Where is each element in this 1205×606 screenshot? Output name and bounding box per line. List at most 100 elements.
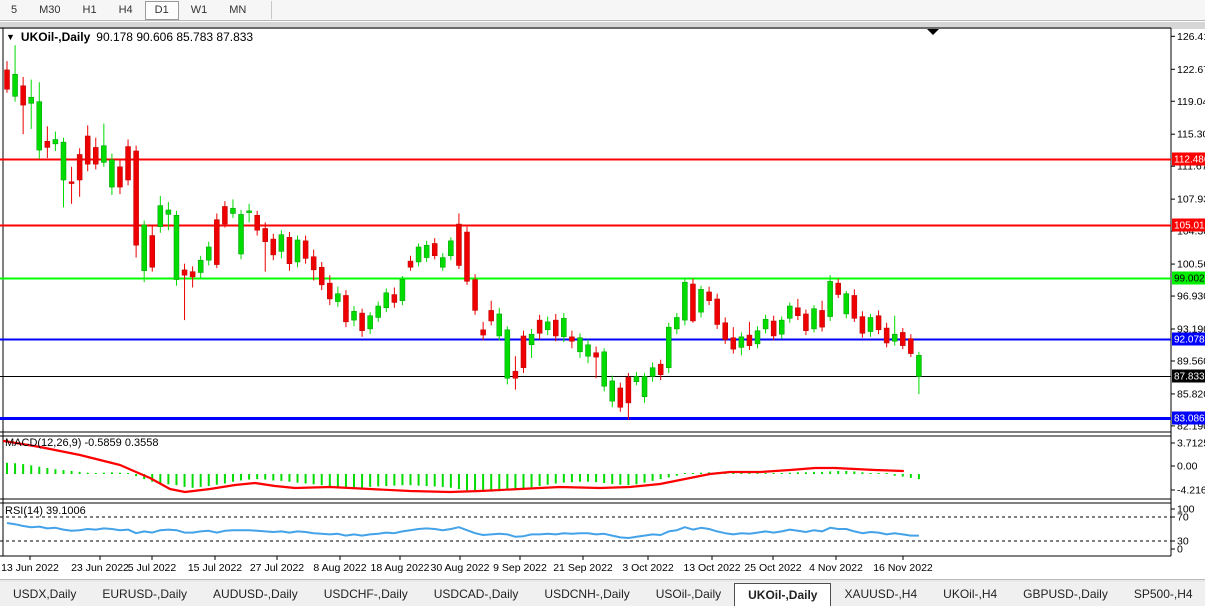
candle-body bbox=[117, 167, 122, 187]
candle-body bbox=[343, 295, 348, 321]
candle-body bbox=[779, 320, 784, 334]
date-label: 4 Nov 2022 bbox=[809, 562, 863, 574]
candle-body bbox=[553, 320, 558, 336]
candle-body bbox=[892, 334, 897, 341]
tab-gbpusd-daily[interactable]: GBPUSD-,Daily bbox=[1010, 582, 1121, 606]
candle-body bbox=[392, 295, 397, 303]
candle-body bbox=[674, 317, 679, 328]
candle-body bbox=[795, 308, 800, 316]
symbol-dropdown-icon[interactable]: ▼ bbox=[6, 33, 15, 42]
candle-body bbox=[384, 293, 389, 308]
candle-body bbox=[134, 151, 139, 245]
candle-body bbox=[682, 282, 687, 320]
price-tag-label: 92.078 bbox=[1174, 335, 1205, 346]
macd-tick-label: 3.7125 bbox=[1177, 438, 1205, 450]
candle-body bbox=[852, 295, 857, 318]
tab-audusd-daily[interactable]: AUDUSD-,Daily bbox=[200, 582, 311, 606]
candle-body bbox=[545, 322, 550, 330]
candle-body bbox=[876, 316, 881, 330]
trading-terminal-window: 5M30H1H4D1W1MN 126.410122.670119.040115.… bbox=[0, 0, 1205, 606]
tab-ukoil-h4[interactable]: UKOil-,H4 bbox=[930, 582, 1010, 606]
candle-body bbox=[255, 215, 260, 230]
date-label: 21 Sep 2022 bbox=[553, 562, 613, 574]
candle-body bbox=[295, 240, 300, 262]
tab-usdchf-daily[interactable]: USDCHF-,Daily bbox=[311, 582, 421, 606]
candlestick-series[interactable] bbox=[5, 45, 922, 419]
candle-body bbox=[190, 272, 195, 277]
candle-body bbox=[456, 224, 461, 265]
price-tick-label: 119.040 bbox=[1177, 96, 1205, 108]
chart-symbol-label: UKOil-,Daily bbox=[21, 30, 90, 44]
candle-body bbox=[126, 147, 131, 180]
candle-body bbox=[505, 330, 510, 378]
tab-ukoil-daily[interactable]: UKOil-,Daily bbox=[734, 583, 831, 606]
chart-shift-marker-icon[interactable] bbox=[927, 29, 939, 35]
date-label: 9 Sep 2022 bbox=[493, 562, 547, 574]
macd-tick-label: 0.00 bbox=[1177, 461, 1198, 473]
date-label: 3 Oct 2022 bbox=[622, 562, 674, 574]
candle-body bbox=[916, 355, 921, 376]
candle-body bbox=[763, 319, 768, 329]
candle-body bbox=[101, 146, 106, 163]
candle-body bbox=[182, 270, 187, 275]
candle-body bbox=[812, 309, 817, 329]
price-tag-label: 83.086 bbox=[1174, 414, 1205, 425]
rsi-panel[interactable] bbox=[0, 517, 1171, 541]
candle-body bbox=[352, 311, 357, 320]
candle-body bbox=[747, 335, 752, 346]
candle-body bbox=[787, 306, 792, 318]
tab-usdx-daily[interactable]: USDX,Daily bbox=[0, 582, 89, 606]
price-tag-label: 87.833 bbox=[1174, 372, 1205, 383]
date-axis[interactable]: 13 Jun 202223 Jun 20225 Jul 202215 Jul 2… bbox=[1, 556, 933, 574]
date-label: 13 Jun 2022 bbox=[1, 562, 59, 574]
date-label: 13 Oct 2022 bbox=[683, 562, 740, 574]
candle-body bbox=[820, 310, 825, 327]
candle-body bbox=[335, 294, 340, 302]
candle-body bbox=[481, 330, 486, 335]
tab-sp500-h4[interactable]: SP500-,H4 bbox=[1121, 582, 1205, 606]
candle-body bbox=[5, 70, 10, 89]
candle-body bbox=[279, 235, 284, 252]
candle-body bbox=[303, 241, 308, 259]
candle-body bbox=[327, 283, 332, 299]
price-tick-label: 107.930 bbox=[1177, 194, 1205, 206]
date-label: 16 Nov 2022 bbox=[873, 562, 933, 574]
candle-body bbox=[360, 313, 365, 331]
price-axis[interactable]: 126.410122.670119.040115.300111.670107.9… bbox=[1171, 31, 1205, 556]
tab-eurusd-daily[interactable]: EURUSD-,Daily bbox=[89, 582, 200, 606]
candle-body bbox=[440, 258, 445, 268]
date-label: 23 Jun 2022 bbox=[71, 562, 129, 574]
tab-usoil-daily[interactable]: USOil-,Daily bbox=[643, 582, 734, 606]
candle-body bbox=[247, 211, 252, 213]
candle-body bbox=[634, 376, 639, 381]
candle-body bbox=[690, 284, 695, 321]
price-tick-label: 85.820 bbox=[1177, 388, 1205, 400]
candle-body bbox=[158, 206, 163, 227]
candle-body bbox=[658, 364, 663, 375]
candle-body bbox=[408, 261, 413, 267]
candle-body bbox=[650, 368, 655, 377]
date-label: 27 Jul 2022 bbox=[250, 562, 304, 574]
candle-body bbox=[319, 267, 324, 285]
candle-body bbox=[368, 316, 373, 329]
candle-body bbox=[844, 294, 849, 314]
tab-xauusd-h4[interactable]: XAUUSD-,H4 bbox=[831, 582, 930, 606]
price-tick-label: 126.410 bbox=[1177, 31, 1205, 43]
tab-usdcnh-daily[interactable]: USDCNH-,Daily bbox=[531, 582, 642, 606]
tab-usdcad-daily[interactable]: USDCAD-,Daily bbox=[421, 582, 532, 606]
date-label: 8 Aug 2022 bbox=[313, 562, 366, 574]
candle-body bbox=[45, 141, 50, 147]
candle-body bbox=[85, 136, 90, 164]
candle-body bbox=[271, 239, 276, 255]
macd-tick-label: -4.2165 bbox=[1177, 485, 1205, 497]
price-tick-label: 122.670 bbox=[1177, 64, 1205, 76]
candle-body bbox=[93, 147, 98, 164]
candle-body bbox=[166, 210, 171, 214]
candle-body bbox=[311, 257, 316, 270]
candle-body bbox=[586, 345, 591, 356]
candle-body bbox=[497, 314, 502, 336]
candle-body bbox=[214, 220, 219, 265]
price-tag-label: 112.486 bbox=[1174, 155, 1205, 166]
candle-body bbox=[577, 338, 582, 352]
chart-canvas[interactable]: 126.410122.670119.040115.300111.670107.9… bbox=[0, 0, 1205, 582]
